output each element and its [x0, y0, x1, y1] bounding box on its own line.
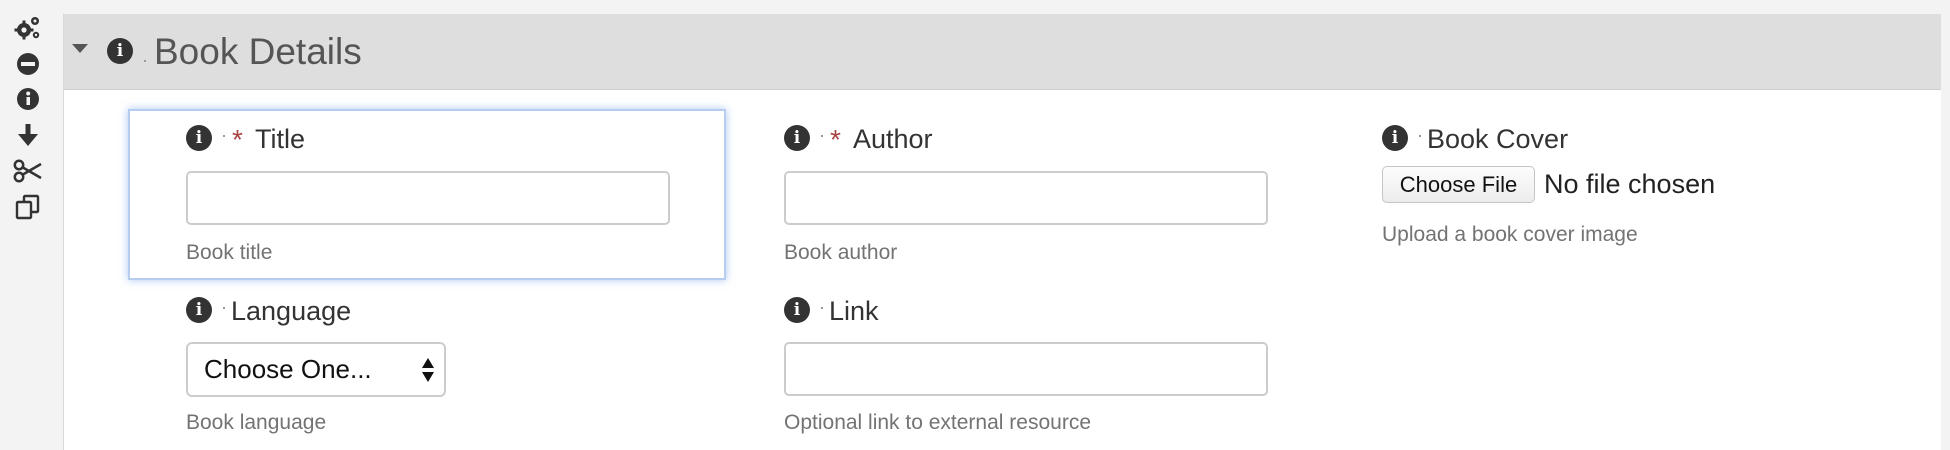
separator-dot [821, 135, 823, 137]
left-toolbar [0, 0, 62, 450]
separator-dot [223, 307, 225, 309]
cover-label: Book Cover [1427, 124, 1569, 154]
language-label: Language [231, 296, 352, 326]
title-info-icon[interactable]: i [186, 125, 212, 151]
cover-info-icon[interactable]: i [1382, 125, 1408, 151]
language-help: Book language [186, 411, 327, 434]
author-label: Author [853, 124, 933, 154]
collapse-caret-icon[interactable] [72, 44, 88, 53]
separator-dot [223, 135, 225, 137]
author-input[interactable] [784, 171, 1268, 225]
link-input[interactable] [784, 342, 1268, 396]
title-input[interactable] [186, 171, 670, 225]
required-marker: * [232, 124, 243, 155]
language-info-icon[interactable]: i [186, 297, 212, 323]
info-icon[interactable]: i [107, 38, 133, 64]
language-selected-value: Choose One... [204, 354, 372, 384]
panel-title: Book Details [154, 31, 362, 72]
author-help: Book author [784, 241, 898, 264]
minus-circle-icon[interactable] [10, 48, 46, 80]
separator-dot [144, 60, 146, 62]
gears-icon[interactable] [10, 12, 46, 44]
arrow-down-icon[interactable] [10, 119, 46, 151]
link-info-icon[interactable]: i [784, 297, 810, 323]
choose-file-button[interactable]: Choose File [1382, 166, 1535, 203]
title-label: Title [255, 124, 306, 154]
file-status: No file chosen [1544, 169, 1716, 199]
separator-dot [821, 307, 823, 309]
info-circle-icon[interactable] [10, 83, 46, 115]
title-help: Book title [186, 241, 273, 264]
scissors-icon[interactable] [10, 155, 46, 187]
link-help: Optional link to external resource [784, 411, 1091, 434]
copy-icon[interactable] [10, 191, 46, 223]
book-details-panel: i Book Details i * Title Book title i * … [63, 14, 1941, 450]
link-label: Link [829, 296, 879, 326]
select-arrows-icon [422, 358, 434, 382]
author-info-icon[interactable]: i [784, 125, 810, 151]
language-select[interactable]: Choose One... [186, 342, 446, 397]
separator-dot [1419, 135, 1421, 137]
required-marker: * [830, 124, 841, 155]
panel-header: i Book Details [64, 14, 1941, 90]
cover-help: Upload a book cover image [1382, 223, 1638, 246]
